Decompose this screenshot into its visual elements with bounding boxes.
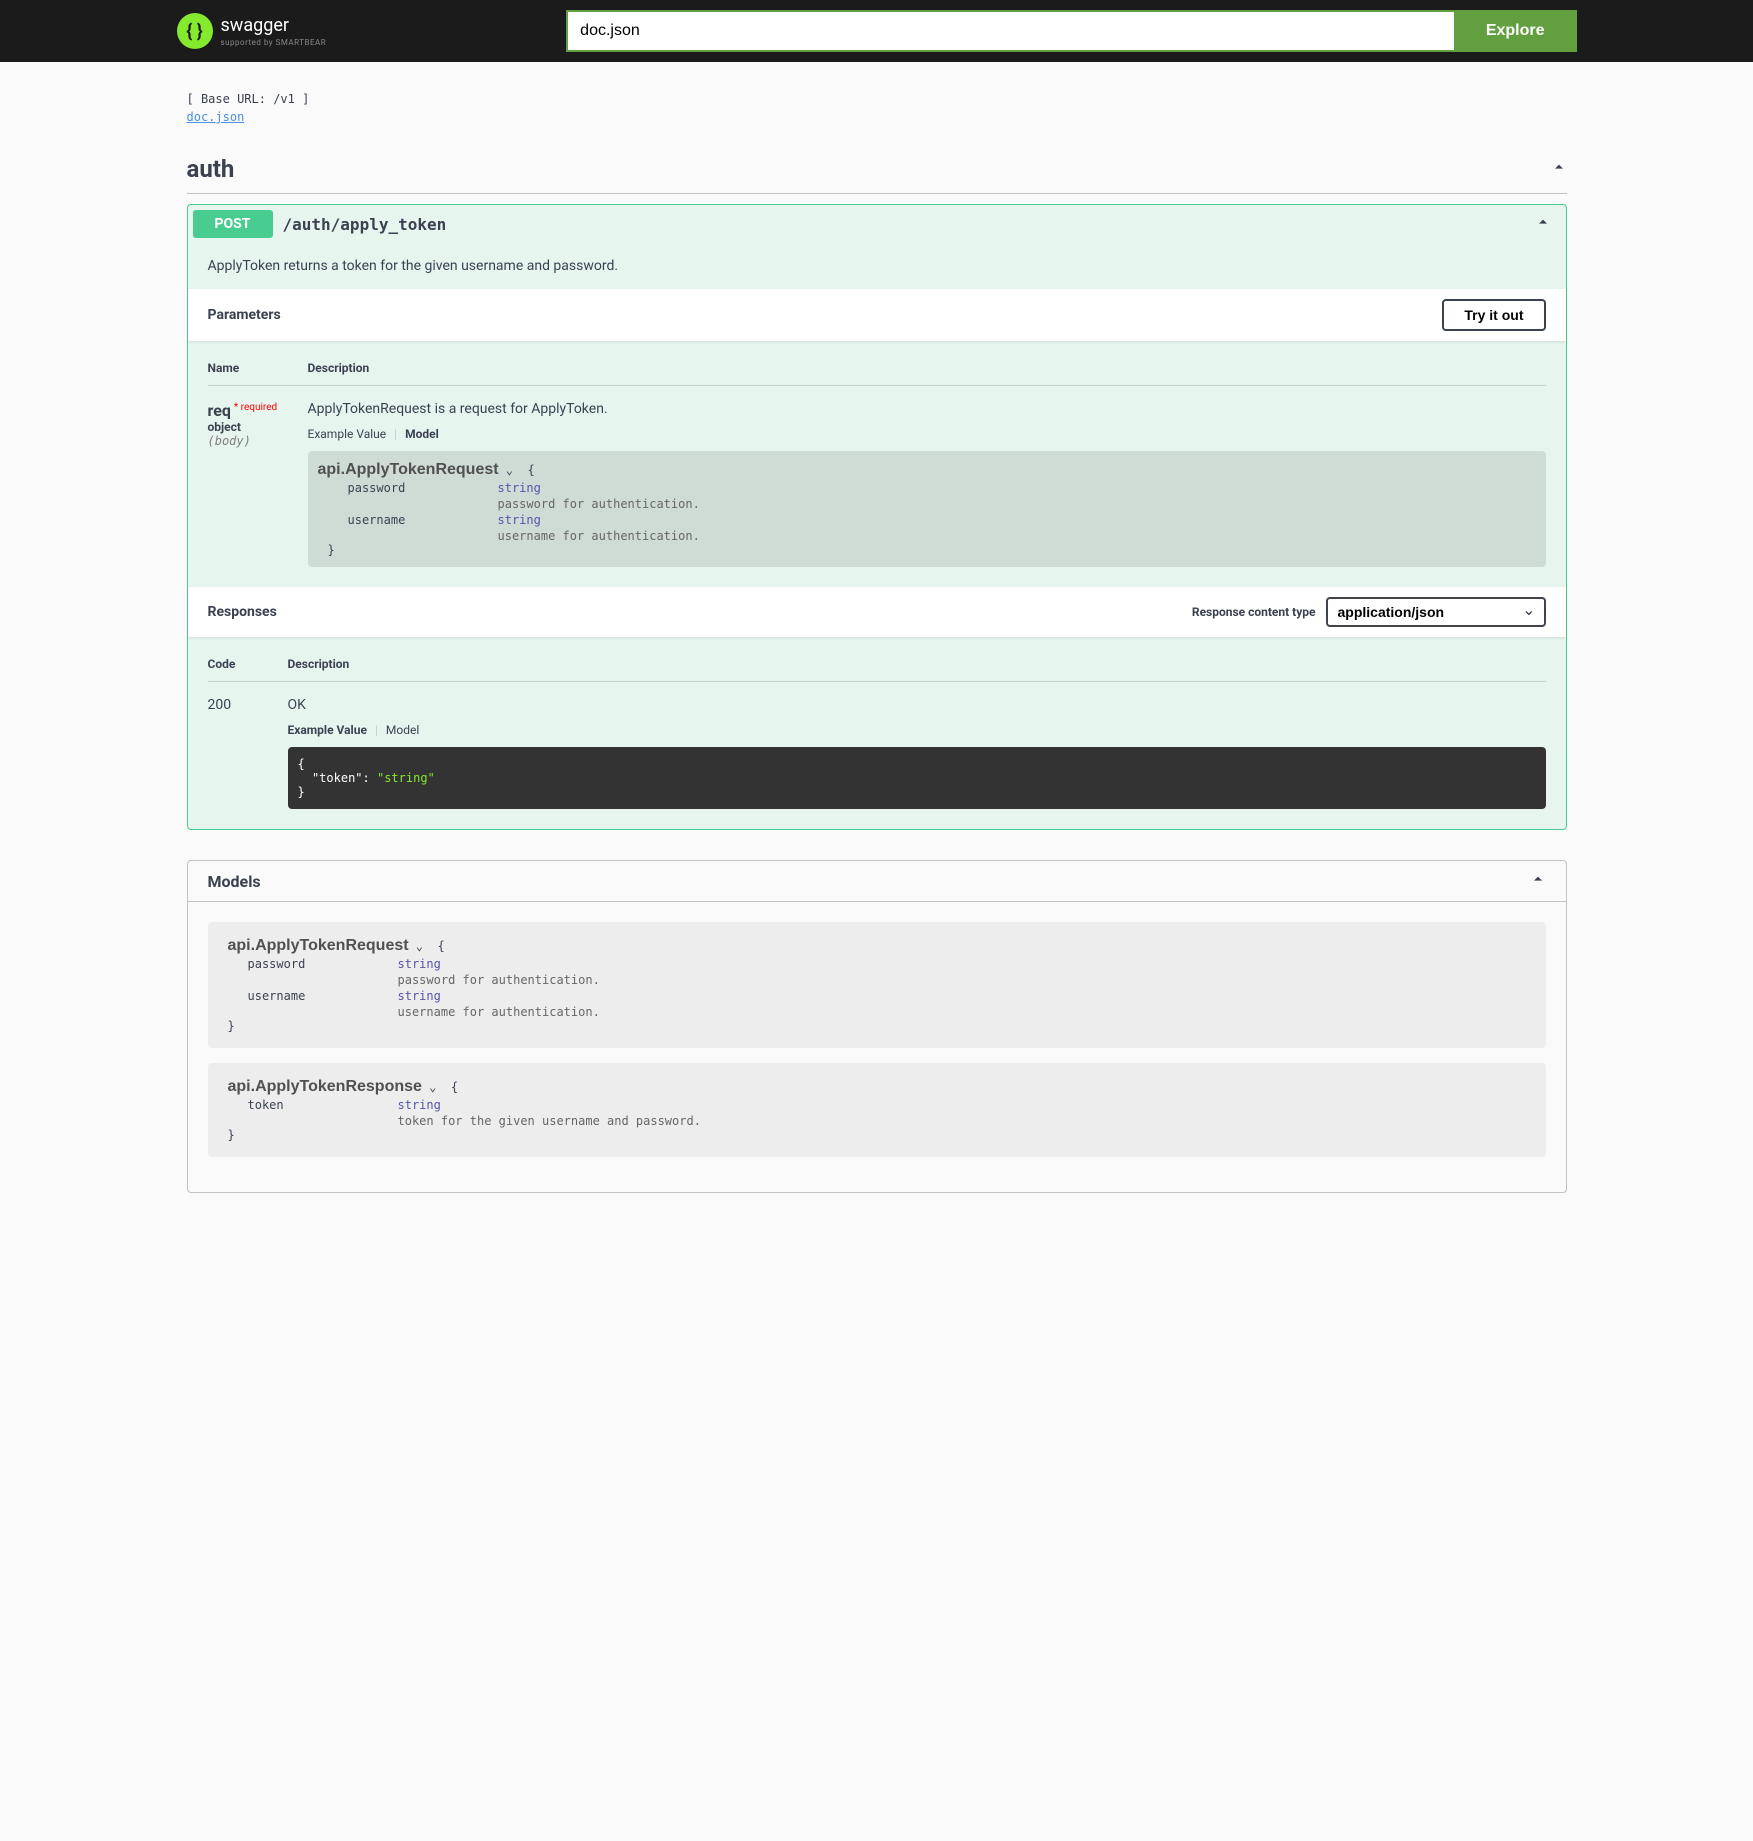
method-badge-post: POST bbox=[193, 210, 273, 238]
column-description-header: Description bbox=[308, 361, 1546, 375]
api-info: [ Base URL: /v1 ] doc.json bbox=[167, 62, 1587, 135]
response-row: 200 OK Example Value | Model { "token": … bbox=[208, 697, 1546, 809]
prop-description: password for authentication. bbox=[228, 973, 1526, 987]
response-content-type-select[interactable]: application/json bbox=[1326, 597, 1546, 627]
response-code: 200 bbox=[208, 697, 288, 809]
parameters-title: Parameters bbox=[208, 307, 281, 323]
chevron-up-icon bbox=[1525, 214, 1561, 234]
response-description: OK bbox=[288, 697, 1546, 713]
prop-name: password bbox=[348, 481, 498, 495]
model-tab[interactable]: Model bbox=[405, 427, 439, 441]
prop-type: string bbox=[498, 481, 541, 495]
prop-type: string bbox=[398, 1098, 441, 1112]
tag-auth-header[interactable]: auth bbox=[187, 135, 1567, 194]
tag-name: auth bbox=[187, 155, 235, 183]
param-in: (body) bbox=[208, 434, 308, 448]
chevron-up-icon bbox=[1551, 159, 1567, 179]
logo-subtext: supported by SMARTBEAR bbox=[221, 38, 327, 47]
model-item-request: api.ApplyTokenRequest ⌄ { passwordstring… bbox=[208, 922, 1546, 1048]
model-name: api.ApplyTokenRequest bbox=[318, 461, 499, 478]
swagger-logo-icon: { } bbox=[177, 13, 213, 49]
models-title: Models bbox=[208, 872, 261, 891]
param-description: ApplyTokenRequest is a request for Apply… bbox=[308, 401, 1546, 417]
param-type: object bbox=[208, 420, 308, 434]
operation-summary[interactable]: POST /auth/apply_token bbox=[188, 205, 1566, 243]
logo-text: swagger bbox=[221, 15, 327, 36]
spec-url-input[interactable] bbox=[566, 10, 1454, 52]
example-value-tab[interactable]: Example Value bbox=[288, 723, 367, 737]
chevron-down-icon[interactable]: ⌄ bbox=[416, 939, 423, 953]
topbar: { } swagger supported by SMARTBEAR Explo… bbox=[0, 0, 1753, 62]
base-url: [ Base URL: /v1 ] bbox=[187, 92, 1567, 106]
response-example-box: { "token": "string" } bbox=[288, 747, 1546, 809]
example-value-tab[interactable]: Example Value bbox=[308, 427, 387, 441]
doc-json-link[interactable]: doc.json bbox=[187, 110, 245, 124]
operation-block: POST /auth/apply_token ApplyToken return… bbox=[187, 204, 1567, 830]
parameters-header: Parameters Try it out bbox=[188, 289, 1566, 341]
prop-description: password for authentication. bbox=[318, 497, 1536, 511]
param-name: req bbox=[208, 401, 231, 420]
prop-type: string bbox=[498, 513, 541, 527]
prop-type: string bbox=[398, 989, 441, 1003]
code-column-header: Code bbox=[208, 657, 288, 671]
operation-path: /auth/apply_token bbox=[283, 215, 447, 234]
prop-name: username bbox=[248, 989, 398, 1003]
prop-name: username bbox=[348, 513, 498, 527]
chevron-up-icon bbox=[1530, 871, 1546, 891]
try-it-out-button[interactable]: Try it out bbox=[1442, 299, 1545, 331]
models-header[interactable]: Models bbox=[188, 861, 1566, 902]
prop-name: token bbox=[248, 1098, 398, 1112]
swagger-logo[interactable]: { } swagger supported by SMARTBEAR bbox=[177, 13, 327, 49]
prop-description: username for authentication. bbox=[318, 529, 1536, 543]
required-marker: required bbox=[231, 402, 277, 413]
model-item-response: api.ApplyTokenResponse ⌄ { tokenstring t… bbox=[208, 1063, 1546, 1157]
model-name: api.ApplyTokenRequest bbox=[228, 937, 409, 954]
prop-description: token for the given username and passwor… bbox=[228, 1114, 1526, 1128]
responses-header: Responses Response content type applicat… bbox=[188, 587, 1566, 637]
model-tab[interactable]: Model bbox=[386, 723, 419, 737]
model-name: api.ApplyTokenResponse bbox=[228, 1078, 422, 1095]
operation-description: ApplyToken returns a token for the given… bbox=[188, 243, 1566, 289]
model-schema-box: api.ApplyTokenRequest ⌄ { passwordstring… bbox=[308, 451, 1546, 567]
chevron-down-icon[interactable]: ⌄ bbox=[429, 1080, 436, 1094]
chevron-down-icon[interactable]: ⌄ bbox=[506, 463, 513, 477]
models-section: Models api.ApplyTokenRequest ⌄ { passwor… bbox=[187, 860, 1567, 1193]
prop-name: password bbox=[248, 957, 398, 971]
prop-type: string bbox=[398, 957, 441, 971]
parameter-row: reqrequired object (body) ApplyTokenRequ… bbox=[208, 401, 1546, 567]
responses-title: Responses bbox=[208, 604, 277, 620]
prop-description: username for authentication. bbox=[228, 1005, 1526, 1019]
response-content-type-label: Response content type bbox=[1192, 605, 1316, 619]
column-name-header: Name bbox=[208, 361, 308, 375]
explore-button[interactable]: Explore bbox=[1454, 10, 1577, 52]
description-column-header: Description bbox=[288, 657, 1546, 671]
